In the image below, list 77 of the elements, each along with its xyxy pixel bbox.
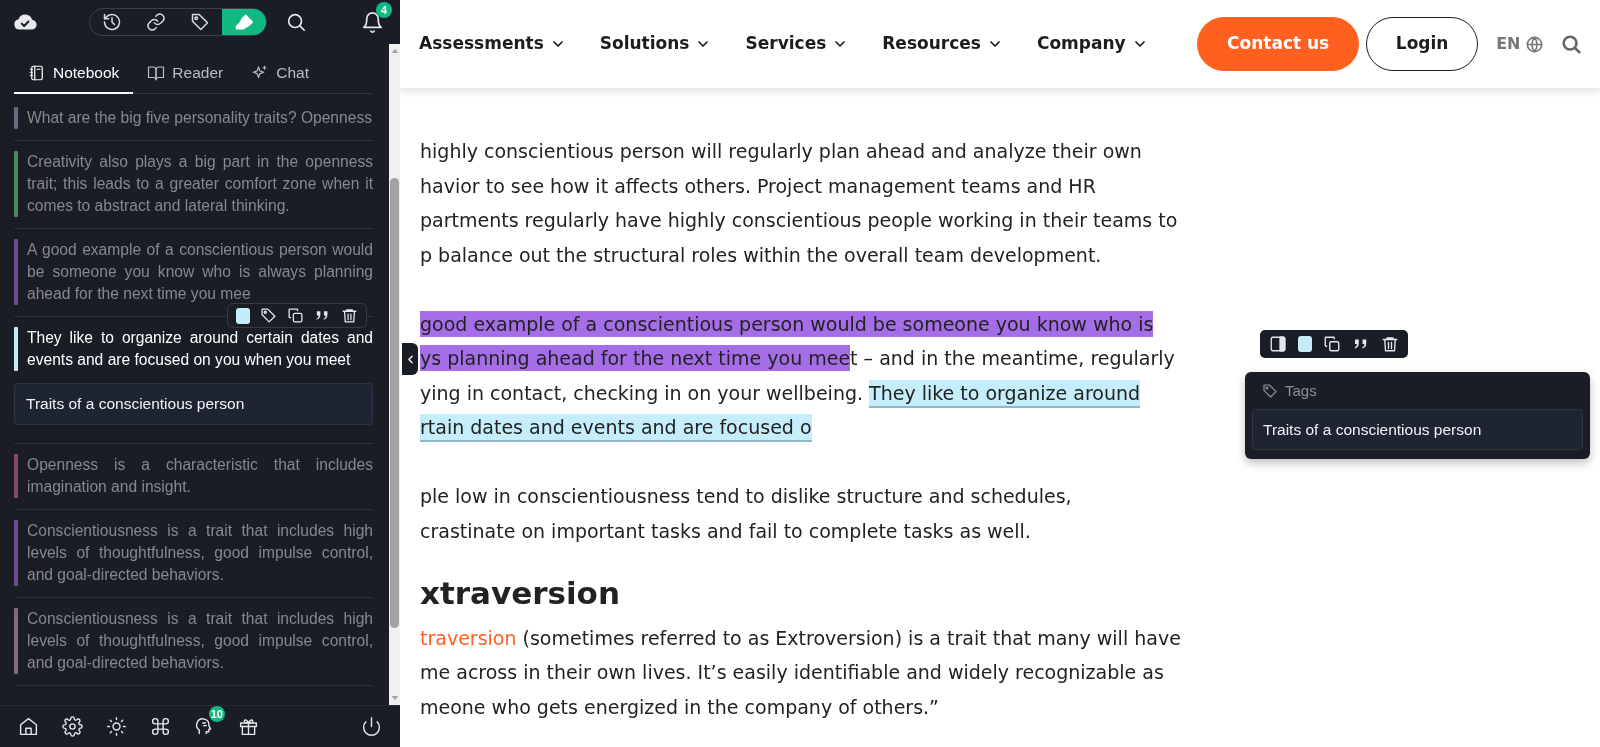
settings-button[interactable] xyxy=(62,716,83,737)
body-text: p balance out the structural roles within the overall team development. xyxy=(420,243,1102,266)
body-text: t – and in the meantime, regularly xyxy=(850,347,1175,369)
trash-icon[interactable] xyxy=(1381,335,1399,353)
tag-icon[interactable] xyxy=(260,307,277,325)
count-badge: 4 xyxy=(376,1,392,18)
tag-field[interactable]: Traits of a conscientious person xyxy=(14,383,373,425)
highlighter-button[interactable] xyxy=(222,9,266,35)
sun-icon xyxy=(106,716,127,737)
history-icon xyxy=(102,12,122,32)
sidebar-panel-icon[interactable] xyxy=(1269,335,1287,353)
note-text: Conscientiousness is a trait that includes high levels of thoughtfulness, good impulse control, and goal-directed behaviors. xyxy=(27,608,373,673)
settings-icon xyxy=(62,716,83,737)
login-button[interactable]: Login xyxy=(1366,17,1479,71)
tag-field[interactable]: Traits of a conscientious person xyxy=(1252,408,1583,450)
note-card[interactable]: Conscientiousness is a trait that includes high levels of thoughtfulness, good impulse control, and goal-directed behaviors. xyxy=(14,597,373,686)
note-text: A good example of a conscientious person would be someone you know who is always planning ahead for the next time you mee xyxy=(27,240,373,305)
nav-link[interactable]: Solutions xyxy=(599,31,712,57)
gift-icon xyxy=(238,716,259,737)
power-button[interactable] xyxy=(361,716,382,737)
theme-button[interactable] xyxy=(106,716,127,737)
note-text: Conscientiousness is a trait that includes high levels of thoughtfulness, good impulse control, and goal-directed behaviors. xyxy=(27,520,373,585)
tab[interactable]: Notebook xyxy=(14,57,134,95)
popup-title: Tags xyxy=(1285,381,1317,401)
highlighted-text[interactable]: They like to organize around xyxy=(869,379,1141,408)
body-text: me across in their own lives. It’s easily identifiable and widely recognizable as xyxy=(420,661,1164,683)
gift-button[interactable] xyxy=(238,716,259,737)
nav-link[interactable]: Services xyxy=(745,31,849,57)
section-heading: xtraversion xyxy=(420,573,621,613)
body-text: highly conscientious person will regularly plan ahead and analyze their own xyxy=(420,140,1142,162)
home-button[interactable] xyxy=(18,716,39,737)
book-icon xyxy=(147,63,166,82)
body-text: (sometimes referred to as Extroversion) is a trait that many will have xyxy=(521,626,1181,649)
tag-icon xyxy=(1262,383,1278,400)
globe-icon xyxy=(1525,34,1545,54)
body-text: havior to see how it affects others. Project management teams and HR xyxy=(420,174,1096,197)
note-card[interactable]: Conscientiousness is a trait that includes high levels of thoughtfulness, good impulse control, and goal-directed behaviors. xyxy=(14,509,373,598)
tag-icon xyxy=(190,12,210,32)
nav-link[interactable]: Company xyxy=(1036,31,1148,57)
highlighter-icon xyxy=(234,12,254,32)
language-button[interactable]: EN xyxy=(1496,32,1545,56)
copy-icon[interactable] xyxy=(1323,335,1341,353)
command-icon xyxy=(150,716,171,737)
search-button[interactable] xyxy=(285,11,307,33)
color-swatch[interactable] xyxy=(1298,336,1312,352)
nav-link[interactable]: Assessments xyxy=(419,31,566,57)
trash-icon[interactable] xyxy=(341,307,358,325)
shortcuts-button[interactable] xyxy=(150,716,171,737)
note-card[interactable]: Creativity also plays a big part in the openness trait; this leads to a greater comfort zone when it comes to abstract and lateral thinking. xyxy=(14,141,373,230)
body-text: partments regularly have highly conscientious people working in their teams to xyxy=(420,209,1178,231)
nav-link[interactable]: Resources xyxy=(882,31,1003,57)
power-icon xyxy=(361,716,382,737)
scrollbar-thumb[interactable] xyxy=(390,178,399,628)
notebook-icon xyxy=(28,63,46,82)
tab[interactable]: Chat xyxy=(237,57,323,95)
search-icon xyxy=(285,11,307,33)
body-text: meone who gets energized in the company of others.” xyxy=(420,695,939,718)
highlighted-text[interactable]: rtain dates and events and are focused o xyxy=(420,414,812,442)
tab[interactable]: Reader xyxy=(133,57,238,95)
collapse-button[interactable] xyxy=(402,343,418,375)
copy-icon[interactable] xyxy=(287,307,304,325)
note-card[interactable]: What are the big five personality traits? Openness xyxy=(14,97,373,142)
note-text: Creativity also plays a big part in the openness trait; this leads to a greater comfort zone when it comes to abstract and lateral thinking. xyxy=(27,152,373,217)
home-icon xyxy=(18,716,39,737)
color-swatch[interactable] xyxy=(236,307,250,324)
highlighted-text[interactable]: good example of a conscientious person would be someone you know who is xyxy=(420,310,1154,337)
note-text: They like to organize around certain dates and events and are focused on you when you meet xyxy=(27,328,373,371)
note-text: Openness is a characteristic that includes imagination and insight. xyxy=(27,454,373,497)
body-text: ying in contact, checking in on your wellbeing. xyxy=(420,381,865,404)
body-text: ple low in conscientiousness tend to dislike structure and schedules, xyxy=(420,485,1072,507)
search-icon xyxy=(1560,33,1582,55)
note-text: What are the big five personality traits? Openness xyxy=(27,108,373,129)
body-text: crastinate on important tasks and fail to complete tasks as well. xyxy=(420,519,1031,542)
count-badge: 10 xyxy=(208,706,225,722)
note-card[interactable]: They like to organize around certain dates and events and are focused on you when you meet Traits of a conscientious person xyxy=(14,317,373,444)
link-icon xyxy=(146,12,166,32)
note-card[interactable]: Openness is a characteristic that includes imagination and insight. xyxy=(14,443,373,510)
